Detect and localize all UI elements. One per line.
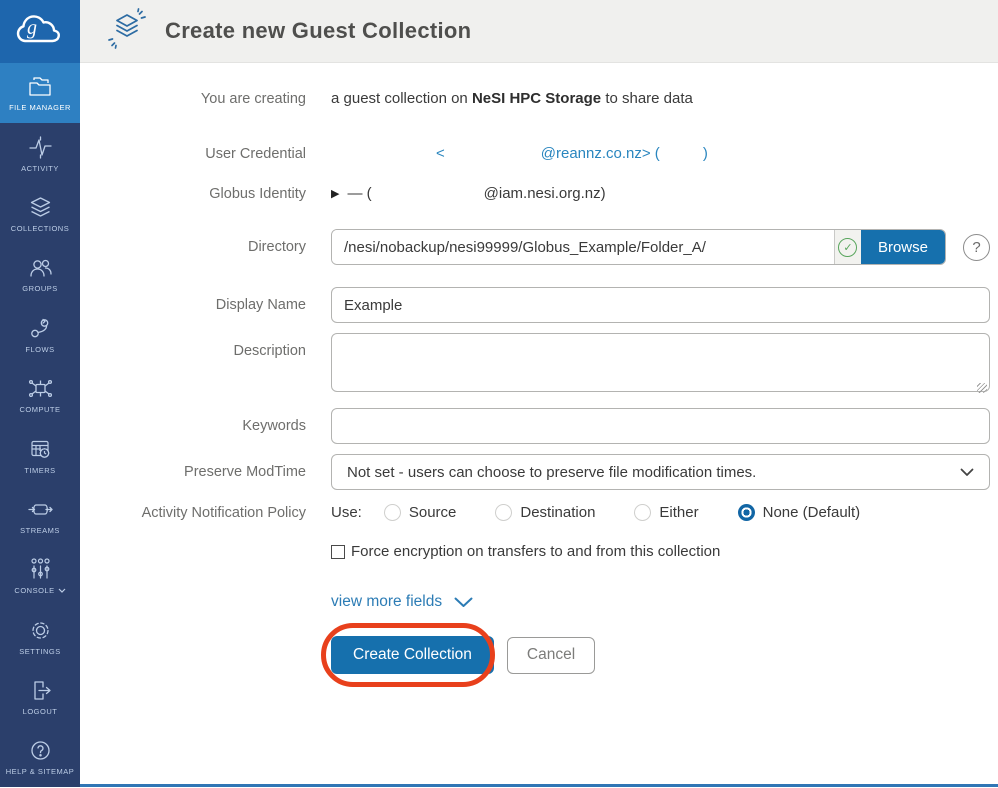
flow-nodes-icon <box>27 316 54 341</box>
sidebar-item-groups[interactable]: GROUPS <box>0 244 80 304</box>
use-label: Use: <box>331 504 362 521</box>
radio-icon[interactable] <box>384 504 401 521</box>
pulse-icon <box>27 135 54 160</box>
description-label: Description <box>80 333 306 359</box>
sidebar-item-settings[interactable]: SETTINGS <box>0 607 80 667</box>
sidebar-item-label: GROUPS <box>22 284 58 293</box>
force-encryption-label: Force encryption on transfers to and fro… <box>351 543 720 560</box>
directory-label: Directory <box>80 239 306 255</box>
radio-icon[interactable] <box>738 504 755 521</box>
sidebar-item-label: COMPUTE <box>20 405 61 414</box>
chevron-down-icon <box>454 597 473 608</box>
directory-valid-indicator: ✓ <box>834 230 861 264</box>
preserve-modtime-select[interactable]: Not set - users can choose to preserve f… <box>331 454 990 490</box>
sidebar-item-console[interactable]: CONSOLE <box>0 546 80 606</box>
radio-icon[interactable] <box>495 504 512 521</box>
sidebar-item-label: FILE MANAGER <box>9 103 71 112</box>
force-encryption-option[interactable]: Force encryption on transfers to and fro… <box>331 543 720 560</box>
display-name-row: Display Name <box>80 287 998 323</box>
create-collection-button[interactable]: Create Collection <box>331 636 494 674</box>
page-title: Create new Guest Collection <box>165 18 471 44</box>
globus-identity-value: ▶ — ( @iam.nesi.org.nz) <box>331 185 990 202</box>
green-check-circle-icon: ✓ <box>838 238 857 257</box>
stream-pipe-icon <box>27 497 54 522</box>
sidebar-item-label: HELP & SITEMAP <box>6 767 75 776</box>
question-circle-icon <box>27 738 54 763</box>
radio-icon[interactable] <box>634 504 651 521</box>
sidebar-item-logout[interactable]: LOGOUT <box>0 667 80 727</box>
you-are-creating-row: You are creating a guest collection on N… <box>80 90 998 107</box>
preserve-modtime-row: Preserve ModTime Not set - users can cho… <box>80 454 998 490</box>
you-are-creating-value: a guest collection on NeSI HPC Storage t… <box>331 90 990 107</box>
radio-option-source[interactable]: Source <box>384 504 457 521</box>
directory-input[interactable] <box>332 230 834 264</box>
sidebar-item-help-sitemap[interactable]: HELP & SITEMAP <box>0 727 80 787</box>
description-row: Description <box>80 333 998 397</box>
you-are-creating-label: You are creating <box>80 91 306 107</box>
globus-logo[interactable]: g <box>0 0 80 63</box>
sidebar-item-label: ACTIVITY <box>21 164 59 173</box>
description-input[interactable] <box>331 333 990 392</box>
chip-icon <box>27 376 54 401</box>
sidebar-item-label: FLOWS <box>25 345 54 354</box>
sidebar-item-collections[interactable]: COLLECTIONS <box>0 184 80 244</box>
view-more-fields-row: view more fields <box>80 593 998 611</box>
directory-help-icon[interactable]: ? <box>963 234 990 261</box>
page-header: Create new Guest Collection <box>80 0 998 63</box>
force-encryption-row: Force encryption on transfers to and fro… <box>80 543 998 560</box>
sidebar-item-label: SETTINGS <box>19 647 61 656</box>
keywords-input[interactable] <box>331 408 990 444</box>
sidebar-item-file-manager[interactable]: FILE MANAGER <box>0 63 80 123</box>
calendar-clock-icon <box>27 437 54 462</box>
radio-option-none-default[interactable]: None (Default) <box>738 504 861 521</box>
checkbox-icon[interactable] <box>331 545 345 559</box>
sidebar-item-timers[interactable]: TIMERS <box>0 425 80 485</box>
logout-door-icon <box>27 678 54 703</box>
radio-option-either[interactable]: Either <box>634 504 698 521</box>
layers-icon <box>27 195 54 220</box>
directory-row: Directory ✓ Browse ? <box>80 229 998 265</box>
preserve-modtime-selected-option: Not set - users can choose to preserve f… <box>347 464 756 481</box>
radio-option-destination[interactable]: Destination <box>495 504 595 521</box>
user-credential-row: User Credential < @reannz.co.nz> ( ) <box>80 145 998 162</box>
sidebar: g FILE MANAGER ACTIVITY COLLE <box>0 0 80 787</box>
guest-collection-layers-icon <box>106 8 148 55</box>
user-credential-value: < @reannz.co.nz> ( ) <box>331 145 990 162</box>
browse-button[interactable]: Browse <box>861 230 945 264</box>
display-name-input[interactable] <box>331 287 990 323</box>
sidebar-item-label: STREAMS <box>20 526 60 535</box>
globus-identity-row: Globus Identity ▶ — ( @iam.nesi.org.nz) <box>80 185 998 202</box>
create-guest-collection-form: You are creating a guest collection on N… <box>80 64 998 784</box>
expand-caret-icon[interactable]: ▶ <box>331 187 339 200</box>
cancel-button[interactable]: Cancel <box>507 637 595 674</box>
storage-name: NeSI HPC Storage <box>472 90 601 107</box>
sidebar-item-label: CONSOLE <box>14 586 54 595</box>
sidebar-item-activity[interactable]: ACTIVITY <box>0 123 80 183</box>
keywords-row: Keywords <box>80 408 998 444</box>
activity-notification-row: Activity Notification Policy Use: Source… <box>80 504 998 521</box>
sidebar-item-label: TIMERS <box>24 466 55 475</box>
people-icon <box>27 255 54 280</box>
display-name-label: Display Name <box>80 297 306 313</box>
folder-icon <box>27 74 54 99</box>
gear-icon <box>27 618 54 643</box>
preserve-modtime-label: Preserve ModTime <box>80 464 306 480</box>
sidebar-item-streams[interactable]: STREAMS <box>0 486 80 546</box>
svg-text:g: g <box>27 17 37 39</box>
globus-cloud-logo-icon: g <box>14 8 66 55</box>
globus-identity-label: Globus Identity <box>80 186 306 202</box>
sidebar-item-compute[interactable]: COMPUTE <box>0 365 80 425</box>
sidebar-item-label: COLLECTIONS <box>11 224 69 233</box>
sidebar-item-label: LOGOUT <box>23 707 58 716</box>
keywords-label: Keywords <box>80 418 306 434</box>
chevron-down-icon <box>58 588 66 593</box>
activity-notification-label: Activity Notification Policy <box>80 505 306 521</box>
user-credential-label: User Credential <box>80 146 306 162</box>
sidebar-item-flows[interactable]: FLOWS <box>0 305 80 365</box>
directory-input-group: ✓ Browse <box>331 229 946 265</box>
sliders-icon <box>27 557 54 582</box>
view-more-fields-link[interactable]: view more fields <box>331 593 473 611</box>
form-actions-row: Create Collection Cancel <box>80 636 998 674</box>
chevron-down-icon <box>960 468 974 477</box>
